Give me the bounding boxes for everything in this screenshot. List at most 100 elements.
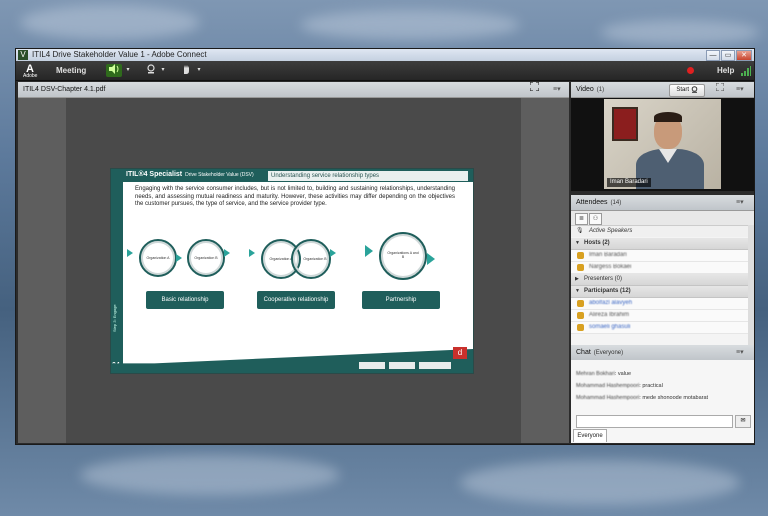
app-icon: V — [18, 50, 28, 60]
connection-signal-icon — [741, 66, 751, 76]
background-cloud — [600, 20, 760, 45]
partnership-label: Partnership — [362, 291, 440, 309]
maximize-button[interactable]: ▭ — [721, 50, 735, 61]
window-title: ITIL4 Drive Stakeholder Value 1 - Adobe … — [32, 50, 207, 59]
collapse-arrow-icon: ▶ — [575, 276, 579, 282]
brand-mark-icon: d — [453, 347, 467, 359]
adobe-logo: A Adobe — [23, 63, 38, 79]
background-cloud — [300, 10, 520, 40]
flow-arrow — [224, 249, 230, 257]
start-webcam-button[interactable]: Start — [669, 84, 705, 97]
expand-arrow-icon: ▼ — [575, 288, 580, 294]
speaker-dropdown-icon[interactable]: ▾ — [124, 64, 132, 77]
presenters-group[interactable]: ▶ Presenters (0) — [571, 274, 748, 286]
help-menu[interactable]: Help — [717, 64, 734, 77]
slide-side-text: Step 3: Engage — [112, 304, 117, 332]
minimize-button[interactable]: — — [706, 50, 720, 61]
org-ab-circle: Organizations A and B — [379, 232, 427, 280]
raise-hand-dropdown-icon[interactable]: ▾ — [195, 64, 203, 77]
flow-arrow — [427, 253, 435, 265]
status-view-icon[interactable]: ⚇ — [589, 213, 602, 225]
basic-relationship-label: Basic relationship — [146, 291, 224, 309]
presenter-name-label: Iman Baradari — [607, 178, 651, 187]
background-cloud — [20, 5, 200, 40]
footer-logo — [359, 362, 385, 369]
expand-arrow-icon: ▼ — [575, 240, 580, 246]
fullscreen-video-icon[interactable] — [715, 82, 725, 97]
org-b-circle: Organization B — [291, 239, 331, 279]
recording-indicator-icon — [687, 67, 694, 74]
flow-arrow — [249, 249, 255, 257]
chat-messages: Mehran Bokhari: value Mohammad Hashempoo… — [571, 360, 754, 443]
org-b-circle: Organization B — [187, 239, 225, 277]
background-cloud — [460, 460, 740, 505]
share-pod-menu-button[interactable]: ≡▾ — [553, 82, 561, 97]
chat-message: Mehran Bokhari: value — [576, 371, 632, 377]
chat-tab-everyone[interactable]: Everyone — [573, 429, 607, 442]
attendee-row[interactable]: Alireza Ibrahim — [571, 310, 748, 322]
background-painting — [612, 107, 638, 141]
footer-logo — [419, 362, 451, 369]
video-stream[interactable]: Iman Baradari — [604, 99, 721, 189]
video-feed-area: Iman Baradari — [571, 98, 754, 191]
active-speakers-row: 🎙 Active Speakers — [571, 226, 748, 237]
presenter-hair — [654, 112, 682, 122]
slide-side-strip: Step 3: Engage 04 — [111, 182, 123, 373]
host-user-icon — [577, 252, 584, 259]
participant-user-icon — [577, 312, 584, 319]
flow-arrow — [176, 254, 182, 262]
attendees-pod-header: Attendees (14) ≡▾ — [571, 195, 754, 211]
participant-user-icon — [577, 324, 584, 331]
webcam-icon[interactable] — [144, 64, 158, 77]
video-pod-menu-button[interactable]: ≡▾ — [736, 82, 744, 97]
flow-arrow — [365, 245, 373, 257]
attendee-row[interactable]: Iman Baradari — [571, 250, 748, 262]
chat-message: Mohammad Hashempoori: mede shonoode mota… — [576, 395, 709, 401]
slide-body-text: Engaging with the service consumer inclu… — [135, 186, 455, 208]
chat-pod-header: Chat (Everyone) ≡▾ — [571, 345, 754, 361]
share-margin-right — [521, 98, 569, 443]
footer-logo — [389, 362, 415, 369]
send-message-icon[interactable]: ✉ — [735, 415, 751, 428]
chat-pod-menu-button[interactable]: ≡▾ — [736, 345, 744, 360]
flow-arrow — [330, 249, 336, 257]
chat-message: Mohammad Hashempoori: practical — [576, 383, 663, 389]
attendee-row[interactable]: abolfazl alavyeh — [571, 298, 748, 310]
microphone-icon: 🎙 — [576, 228, 584, 234]
video-pod-title: Video (1) — [576, 86, 605, 93]
flow-arrow — [127, 249, 133, 257]
menu-bar: A Adobe Meeting ▾ ▾ ▾ Help — [16, 61, 754, 81]
cooperative-relationship-label: Cooperative relationship — [257, 291, 335, 309]
fullscreen-icon[interactable] — [529, 81, 540, 97]
participants-group[interactable]: ▼ Participants (12) — [571, 286, 748, 298]
org-a-circle: Organization A — [139, 239, 177, 277]
close-button[interactable]: ✕ — [736, 50, 752, 61]
meeting-menu[interactable]: Meeting — [56, 64, 86, 77]
host-user-icon — [577, 264, 584, 271]
adobe-connect-window: V ITIL4 Drive Stakeholder Value 1 - Adob… — [15, 48, 755, 445]
slide-footer-band — [111, 349, 473, 373]
chat-input[interactable] — [576, 415, 733, 428]
share-pod-content: ITIL®4 Specialist Drive Stakeholder Value… — [18, 98, 569, 443]
chat-pod-title: Chat (Everyone) — [576, 349, 624, 356]
participant-user-icon — [577, 300, 584, 307]
video-pod-header: Video (1) ≡▾ — [571, 82, 754, 98]
attendee-row[interactable]: Nargess Bokaei — [571, 262, 748, 274]
share-pod-header: ITIL4 DSV-Chapter 4.1.pdf ≡▾ — [18, 81, 569, 98]
attendees-pod-menu-button[interactable]: ≡▾ — [736, 195, 744, 210]
list-view-icon[interactable]: ≣ — [575, 213, 588, 225]
attendee-row[interactable]: somaeli ghasuli — [571, 322, 748, 334]
raise-hand-icon[interactable] — [179, 64, 193, 77]
share-margin-left — [18, 98, 66, 443]
speaker-icon[interactable] — [106, 64, 122, 77]
attendees-toolbar: ≣ ⚇ — [571, 211, 754, 226]
webcam-dropdown-icon[interactable]: ▾ — [159, 64, 167, 77]
webcam-icon — [691, 86, 697, 93]
hosts-group[interactable]: ▼ Hosts (2) — [571, 238, 748, 250]
share-pod-title: ITIL4 DSV-Chapter 4.1.pdf — [23, 86, 106, 93]
attendees-pod-title: Attendees (14) — [576, 199, 622, 206]
background-cloud — [80, 455, 340, 495]
slide-subtitle: Understanding service relationship types — [268, 171, 468, 181]
title-bar: V ITIL4 Drive Stakeholder Value 1 - Adob… — [16, 49, 754, 61]
slide-title: ITIL®4 Specialist Drive Stakeholder Value… — [126, 171, 254, 178]
